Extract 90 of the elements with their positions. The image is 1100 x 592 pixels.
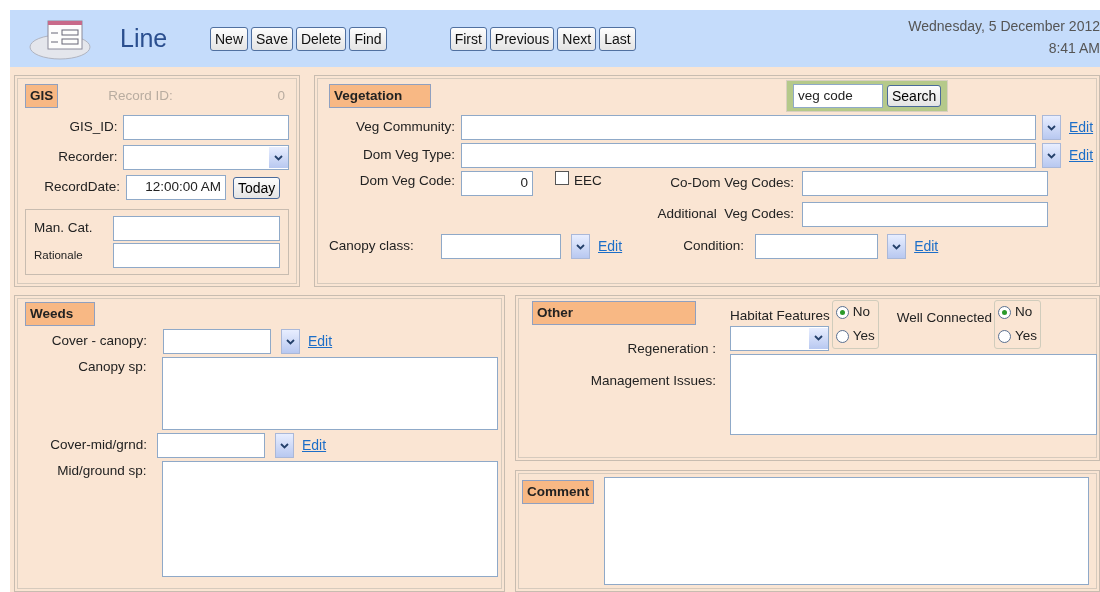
field-label: Recorder:: [57, 148, 118, 167]
chevron-down-icon: [814, 335, 823, 341]
section-heading: GIS: [25, 84, 59, 108]
dropdown-button[interactable]: [281, 329, 300, 354]
search-button[interactable]: Search: [887, 85, 942, 107]
chevron-down-icon: [1047, 124, 1056, 131]
date-text: Wednesday, 5 December 2012: [908, 17, 1100, 36]
field-label: Well Connected: [896, 309, 992, 327]
field-value: 0: [277, 86, 285, 105]
toolbar-button[interactable]: Delete: [295, 26, 347, 51]
field-label: Cover - canopy:: [50, 332, 147, 351]
radio-label: Yes: [1014, 327, 1037, 346]
field-label: Canopy sp:: [77, 358, 147, 376]
input-field[interactable]: [162, 357, 498, 430]
input-field[interactable]: [441, 234, 561, 259]
field-label: Habitat Features: [730, 307, 830, 325]
edit-link[interactable]: Edit: [308, 331, 333, 352]
today-button[interactable]: Today: [233, 176, 281, 199]
field-label: Cover-mid/grnd:: [49, 436, 147, 455]
dropdown-field[interactable]: [123, 145, 289, 170]
radio-label: No: [852, 303, 871, 321]
input-field[interactable]: [730, 353, 1097, 435]
field-label: Dom Veg Code:: [358, 172, 455, 190]
field-label: GIS_ID:: [68, 118, 118, 137]
chevron-down-icon: [286, 338, 295, 345]
section-heading: Weeds: [25, 302, 95, 326]
chevron-down-icon: [892, 243, 902, 250]
edit-link[interactable]: Edit: [598, 236, 623, 257]
field-label: Veg Community:: [354, 118, 455, 137]
field-label: Additional Veg Codes:: [656, 205, 794, 224]
form-title: Line: [120, 22, 169, 54]
input-field[interactable]: [604, 477, 1090, 585]
input-field[interactable]: [461, 143, 1036, 168]
search-field[interactable]: veg code: [793, 84, 883, 108]
chevron-down-icon: [280, 442, 289, 449]
section-heading: Comment: [522, 480, 595, 504]
input-field[interactable]: [123, 115, 289, 140]
field-label: Condition:: [682, 237, 745, 256]
radio-button[interactable]: [835, 305, 849, 319]
toolbar-button[interactable]: Find: [349, 26, 387, 51]
radio-button[interactable]: [997, 329, 1011, 343]
input-field[interactable]: [157, 433, 265, 458]
dropdown-button[interactable]: [275, 433, 294, 458]
input-field[interactable]: [113, 243, 280, 268]
field-label: Rationale: [34, 247, 84, 263]
field-label: Mid/ground sp:: [56, 462, 147, 480]
radio-button[interactable]: [835, 329, 849, 343]
time-text: 8:41 AM: [1047, 39, 1100, 58]
chevron-down-icon: [1047, 152, 1056, 159]
edit-link[interactable]: Edit: [1069, 145, 1094, 166]
navigation-button[interactable]: Previous: [489, 26, 555, 51]
edit-link[interactable]: Edit: [1069, 117, 1094, 138]
input-field[interactable]: [802, 171, 1048, 196]
dropdown-button[interactable]: [887, 234, 907, 259]
input-field[interactable]: 12:00:00 AM: [126, 175, 226, 200]
input-field[interactable]: [461, 115, 1036, 140]
checkbox-label: EEC: [574, 172, 603, 190]
field-label: RecordDate:: [43, 178, 120, 197]
chevron-down-icon: [576, 243, 585, 250]
input-field[interactable]: [113, 216, 280, 241]
dropdown-field[interactable]: [730, 325, 829, 351]
radio-label: No: [1014, 303, 1033, 321]
field-label: Regeneration :: [626, 340, 716, 358]
dropdown-button[interactable]: [1042, 115, 1061, 140]
field-label: Management Issues:: [589, 372, 716, 391]
field-label: Canopy class:: [329, 237, 415, 256]
toolbar-button[interactable]: New: [210, 26, 248, 51]
navigation-button[interactable]: First: [449, 26, 487, 51]
radio-label: Yes: [852, 327, 875, 346]
checkbox[interactable]: [555, 171, 569, 185]
chevron-down-icon: [274, 154, 283, 161]
navigation-button[interactable]: Last: [599, 26, 636, 51]
field-label: Man. Cat.: [34, 219, 94, 238]
edit-link[interactable]: Edit: [302, 435, 327, 456]
radio-button[interactable]: [997, 305, 1011, 319]
toolbar-button[interactable]: Save: [251, 26, 293, 51]
section-heading: Other: [532, 301, 696, 325]
input-field[interactable]: 0: [461, 171, 533, 196]
dropdown-button[interactable]: [1042, 143, 1061, 168]
edit-link[interactable]: Edit: [914, 236, 939, 257]
input-field[interactable]: [163, 329, 271, 354]
input-field[interactable]: [755, 234, 879, 259]
field-label: Co-Dom Veg Codes:: [669, 174, 794, 193]
field-label: Dom Veg Type:: [361, 146, 455, 165]
section-heading: Vegetation: [329, 84, 431, 108]
input-field[interactable]: [162, 461, 498, 577]
input-field[interactable]: [802, 202, 1048, 227]
field-label: Record ID:: [108, 86, 173, 105]
navigation-button[interactable]: Next: [557, 26, 597, 51]
dropdown-button[interactable]: [571, 234, 590, 259]
